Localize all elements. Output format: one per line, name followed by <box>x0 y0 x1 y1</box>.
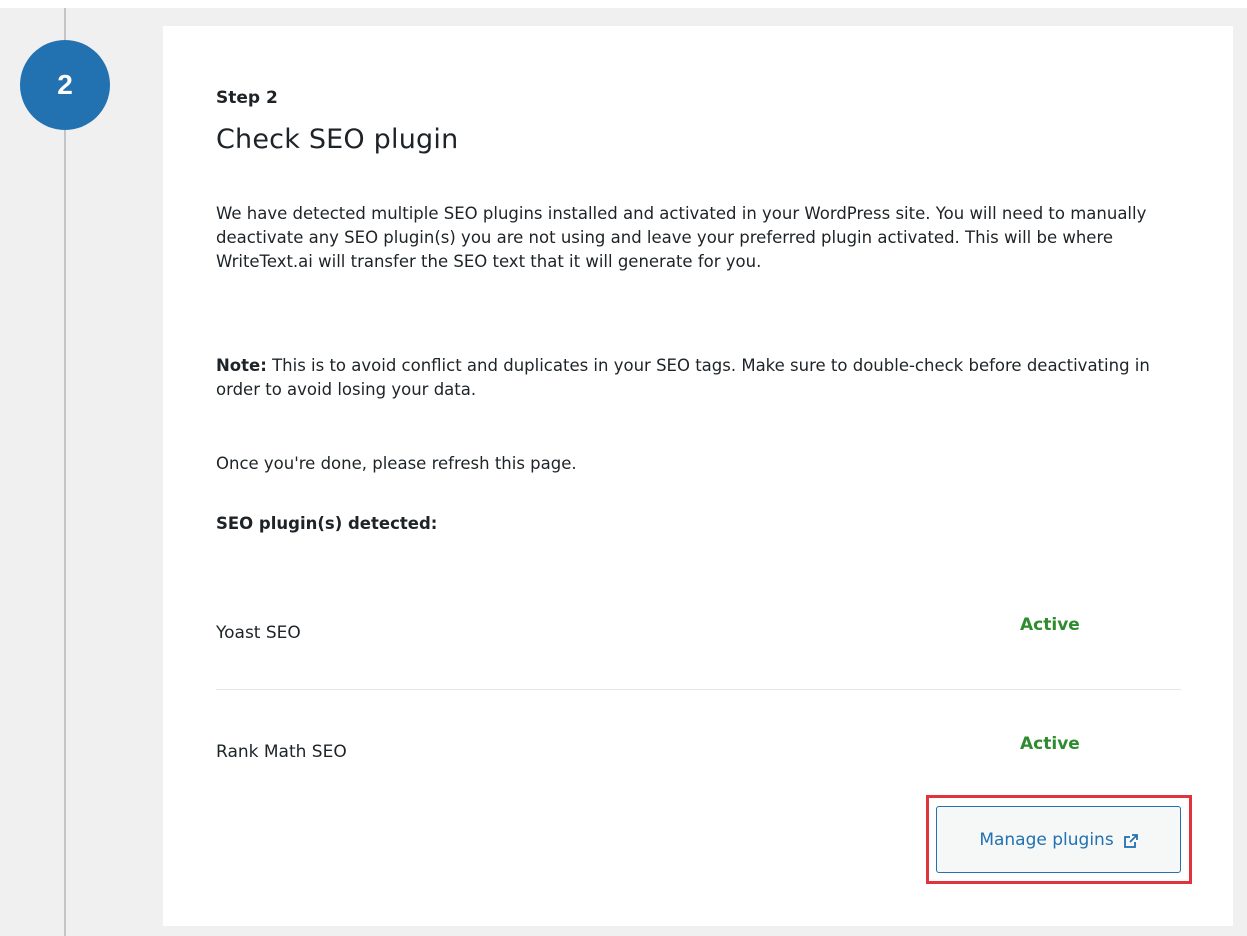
plugin-name: Yoast SEO <box>216 623 301 643</box>
description-paragraph: We have detected multiple SEO plugins in… <box>216 204 1147 271</box>
note-label: Note: <box>216 356 267 375</box>
top-strip <box>0 0 1247 8</box>
manage-plugins-label: Manage plugins <box>979 829 1114 850</box>
step-label: Step 2 <box>216 88 278 108</box>
plugin-name: Rank Math SEO <box>216 742 347 762</box>
plugin-status-badge: Active <box>1020 615 1080 635</box>
note-paragraph: Note: This is to avoid conflict and dupl… <box>216 354 1186 402</box>
step-title: Check SEO plugin <box>216 124 459 155</box>
row-divider <box>216 689 1181 690</box>
step-card: Step 2 Check SEO plugin We have detected… <box>163 26 1233 926</box>
plugin-status-badge: Active <box>1020 734 1080 754</box>
refresh-instruction: Once you're done, please refresh this pa… <box>216 454 577 473</box>
timeline-line <box>64 8 66 936</box>
manage-plugins-button[interactable]: Manage plugins <box>936 806 1181 873</box>
plugin-row-yoast: Yoast SEO Active <box>216 615 1181 655</box>
plugin-row-rank-math: Rank Math SEO Active <box>216 734 1181 774</box>
note-text: This is to avoid conflict and duplicates… <box>216 356 1150 399</box>
step-number-badge: 2 <box>20 40 110 130</box>
external-link-icon <box>1123 833 1138 848</box>
detected-plugins-heading: SEO plugin(s) detected: <box>216 514 438 533</box>
